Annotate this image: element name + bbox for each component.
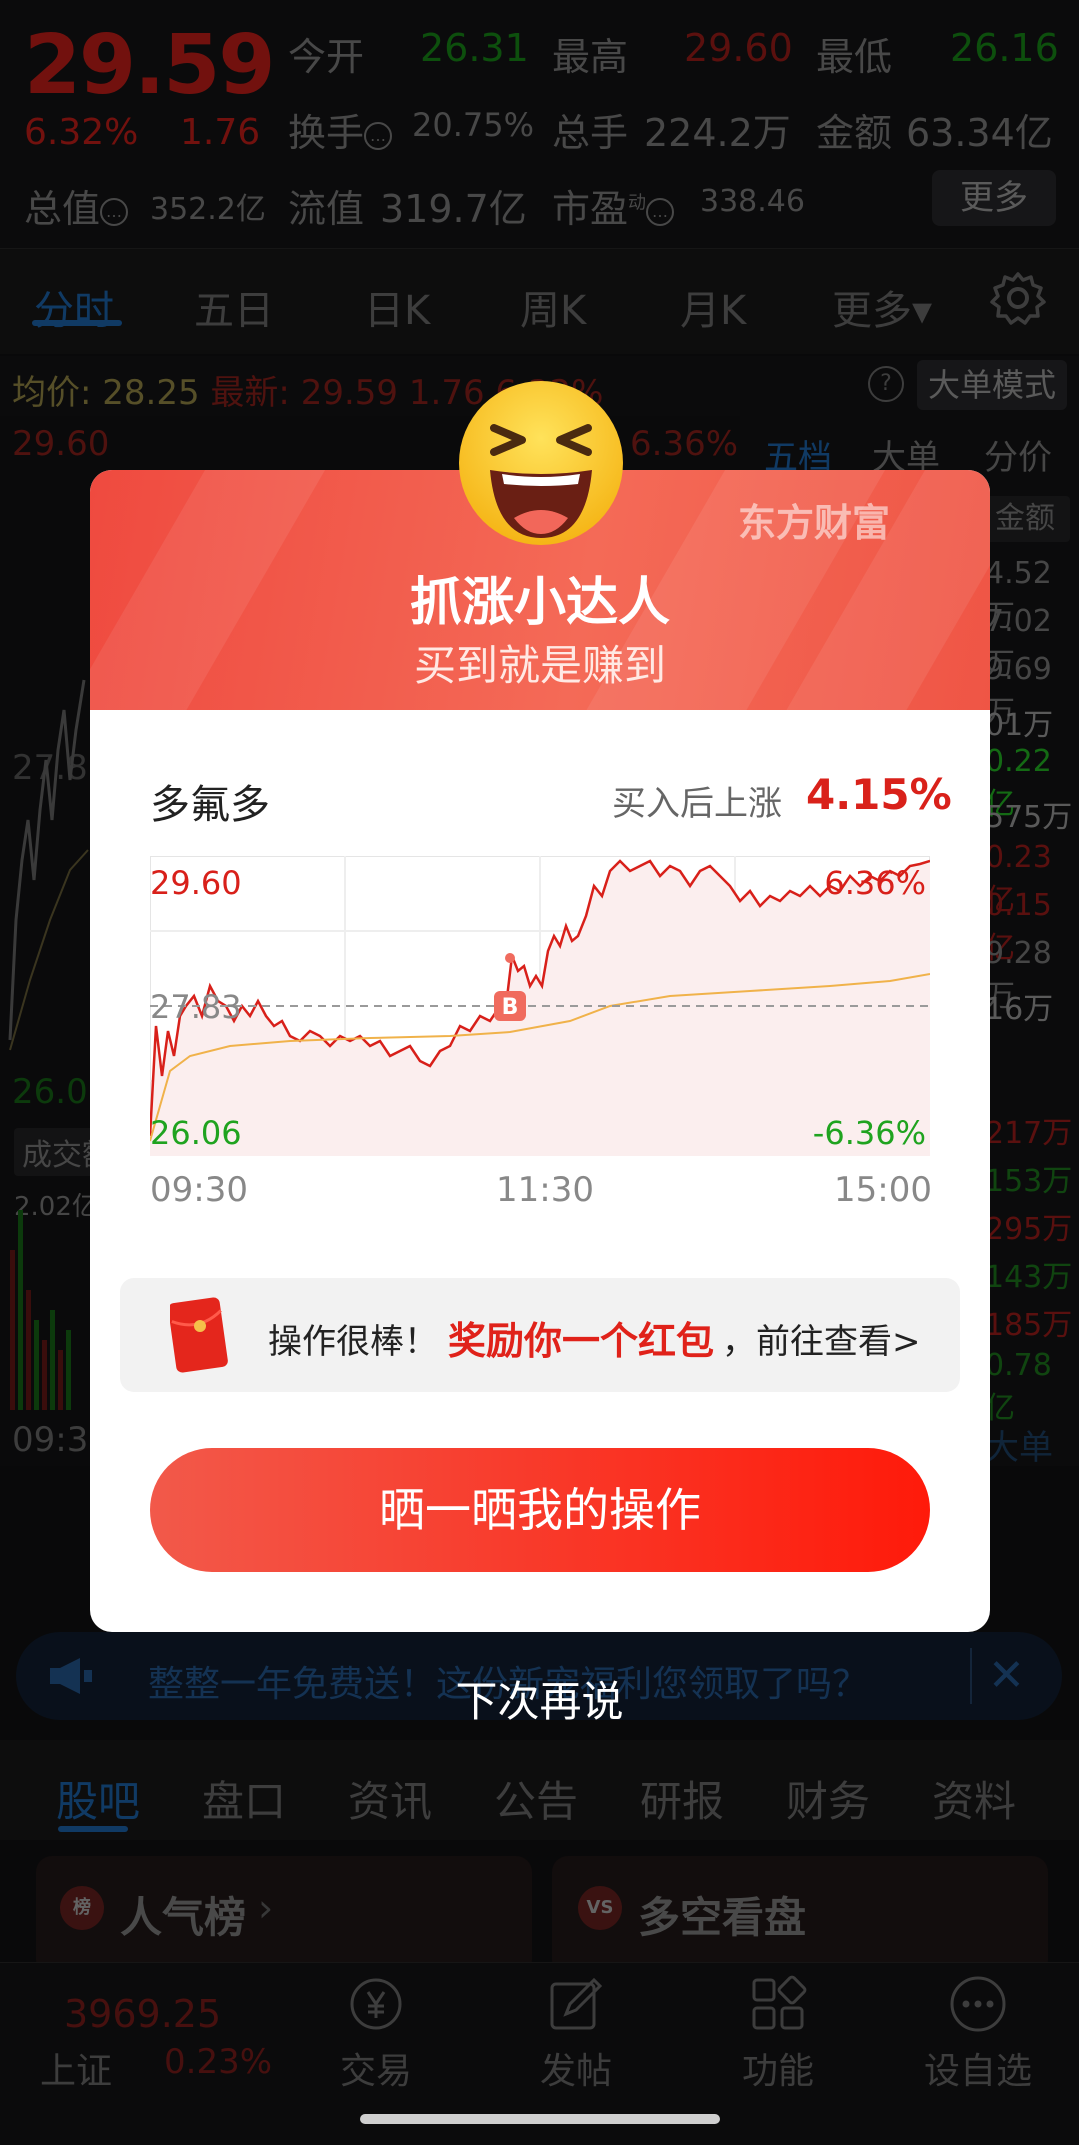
buy-marker-label: B: [502, 995, 519, 1020]
red-envelope-icon: [170, 1297, 228, 1373]
time-start: 09:30: [150, 1170, 248, 1210]
modal-title: 抓涨小达人: [409, 573, 670, 633]
share-operation-button[interactable]: 晒一晒我的操作: [150, 1448, 930, 1572]
reward-text-highlight: 奖励你一个红包: [448, 1319, 715, 1363]
reward-text-link[interactable]: ，前往查看>: [722, 1314, 921, 1363]
gain-value: 4.15%: [806, 770, 952, 819]
time-end: 15:00: [834, 1170, 932, 1210]
gain-label: 买入后上涨: [612, 784, 782, 824]
chart-bottom-percent: -6.36%: [813, 1114, 926, 1152]
laughing-emoji-icon: [459, 381, 623, 545]
time-mid: 11:30: [496, 1170, 594, 1210]
chart-bottom-price: 26.06: [150, 1114, 242, 1152]
buy-point: [505, 953, 515, 963]
home-indicator[interactable]: [360, 2114, 720, 2124]
dismiss-button[interactable]: 下次再说: [0, 1668, 1079, 1729]
brand-logo: 东方财富: [738, 501, 891, 545]
stock-name: 多氟多: [150, 782, 270, 828]
mini-price-chart: B 29.60 27.83 26.06 6.36% -6.36%: [150, 856, 930, 1156]
reward-text-praise: 操作很棒！: [268, 1322, 438, 1362]
chart-top-percent: 6.36%: [824, 864, 926, 902]
achievement-modal: 东方财富 抓涨小达人 买到就是赚到 多氟多 买入后上涨 4.15% B 29.6…: [90, 470, 990, 1632]
chart-mid-price: 27.83: [150, 988, 242, 1026]
modal-subtitle: 买到就是赚到: [413, 641, 666, 690]
chart-top-price: 29.60: [150, 864, 242, 902]
stock-detail-screen: 29.59 6.32% 1.76 今开 26.31 最高 29.60 最低 26…: [0, 0, 1079, 2145]
